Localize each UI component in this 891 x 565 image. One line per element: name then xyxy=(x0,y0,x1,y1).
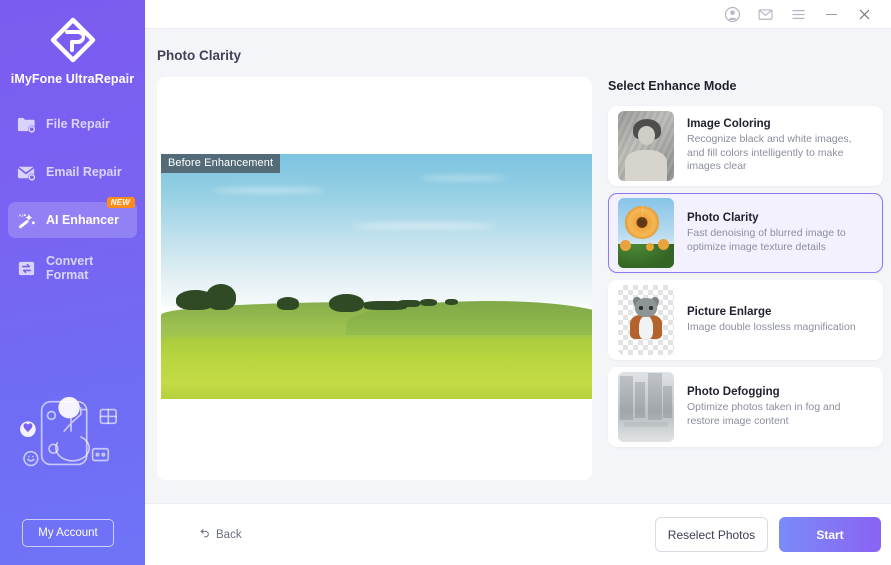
tree-cluster xyxy=(277,297,299,310)
enhance-mode-list: Select Enhance Mode Image Coloring Recog… xyxy=(608,77,891,503)
sidebar-item-email-repair[interactable]: Email Repair xyxy=(8,154,137,190)
footer-bar: Back Reselect Photos Start xyxy=(145,503,891,565)
back-button[interactable]: Back xyxy=(198,527,242,543)
sunflower-thumbnail xyxy=(618,198,674,268)
photo-field-near xyxy=(161,337,592,399)
mail-icon[interactable] xyxy=(749,1,782,28)
mode-name: Image Coloring xyxy=(687,118,771,131)
sidebar-item-ai-enhancer[interactable]: AI AI Enhancer NEW xyxy=(8,197,137,238)
my-account-button[interactable]: My Account xyxy=(22,519,114,547)
back-button-label: Back xyxy=(216,528,242,541)
enhance-mode-heading: Select Enhance Mode xyxy=(608,79,737,93)
mode-card-photo-clarity[interactable]: Photo Clarity Fast denoising of blurred … xyxy=(608,193,883,273)
foggy-city-thumbnail xyxy=(618,372,674,442)
mode-card-image-coloring[interactable]: Image Coloring Recognize black and white… xyxy=(608,106,883,186)
svg-text:AI: AI xyxy=(18,213,23,219)
menu-icon[interactable] xyxy=(782,1,815,28)
new-badge: NEW xyxy=(106,197,135,208)
footer-actions: Reselect Photos Start xyxy=(655,517,881,552)
mode-name: Photo Defogging xyxy=(687,386,780,398)
brand-block: iMyFone UltraRepair xyxy=(0,0,145,86)
mode-name: Picture Enlarge xyxy=(687,305,772,318)
cloud-wisp xyxy=(419,176,506,181)
mode-description: Fast denoising of blurred image to optim… xyxy=(687,227,846,253)
reselect-photos-button[interactable]: Reselect Photos xyxy=(655,517,768,552)
sidebar-item-label: File Repair xyxy=(46,117,110,131)
mode-description: Image double lossless magnification xyxy=(687,320,856,333)
page-title: Photo Clarity xyxy=(157,48,242,63)
tree-cluster xyxy=(206,283,237,310)
mode-name: Photo Clarity xyxy=(687,212,759,224)
main-panel: Photo Clarity Before Enhancement Select … xyxy=(145,0,891,565)
hedge-row xyxy=(398,299,420,308)
undo-arrow-icon xyxy=(198,527,211,543)
photo-sky xyxy=(161,154,592,306)
mode-card-photo-defogging[interactable]: Photo Defogging Optimize photos taken in… xyxy=(608,367,883,447)
folder-repair-icon xyxy=(16,114,37,135)
sidebar-item-label: Email Repair xyxy=(46,165,122,179)
start-button[interactable]: Start xyxy=(779,517,881,552)
cloud-wisp xyxy=(350,222,498,229)
before-enhancement-label: Before Enhancement xyxy=(161,154,281,173)
hedge-row xyxy=(419,298,437,307)
envelope-repair-icon xyxy=(16,162,37,183)
vintage-bw-portrait-thumbnail xyxy=(618,111,674,181)
sidebar-item-label: AI Enhancer xyxy=(46,213,119,227)
mode-card-picture-enlarge[interactable]: Picture Enlarge Image double lossless ma… xyxy=(608,280,883,360)
sidebar-item-file-repair[interactable]: File Repair xyxy=(8,106,137,142)
content-area: Before Enhancement Select Enhance Mode I… xyxy=(145,63,891,503)
sidebar-item-label: Convert Format xyxy=(46,254,94,282)
photo-preview-card[interactable]: Before Enhancement xyxy=(157,77,592,480)
app-logo-icon xyxy=(47,14,99,66)
cat-transparent-thumbnail xyxy=(618,285,674,355)
sidebar-nav: File Repair Email Repair AI AI Enhancer … xyxy=(0,106,145,286)
close-icon[interactable] xyxy=(848,1,881,28)
magic-wand-icon: AI xyxy=(16,210,37,231)
minimize-icon[interactable] xyxy=(815,1,848,28)
account-icon[interactable] xyxy=(716,1,749,28)
mode-description: Recognize black and white images, and fi… xyxy=(687,133,852,173)
titlebar xyxy=(145,0,891,29)
convert-format-icon xyxy=(16,258,37,279)
brand-name: iMyFone UltraRepair xyxy=(10,72,135,86)
mode-description: Optimize photos taken in fog and restore… xyxy=(687,401,841,427)
tree-cluster xyxy=(329,293,364,313)
app-window: iMyFone UltraRepair File Repair Email Re… xyxy=(0,0,891,565)
sidebar-item-convert-format[interactable]: Convert Format xyxy=(8,250,137,286)
person-with-device-illustration xyxy=(0,388,145,486)
sidebar: iMyFone UltraRepair File Repair Email Re… xyxy=(0,0,145,565)
hedge-row xyxy=(445,298,459,305)
green-field-landscape-photo xyxy=(161,154,592,399)
